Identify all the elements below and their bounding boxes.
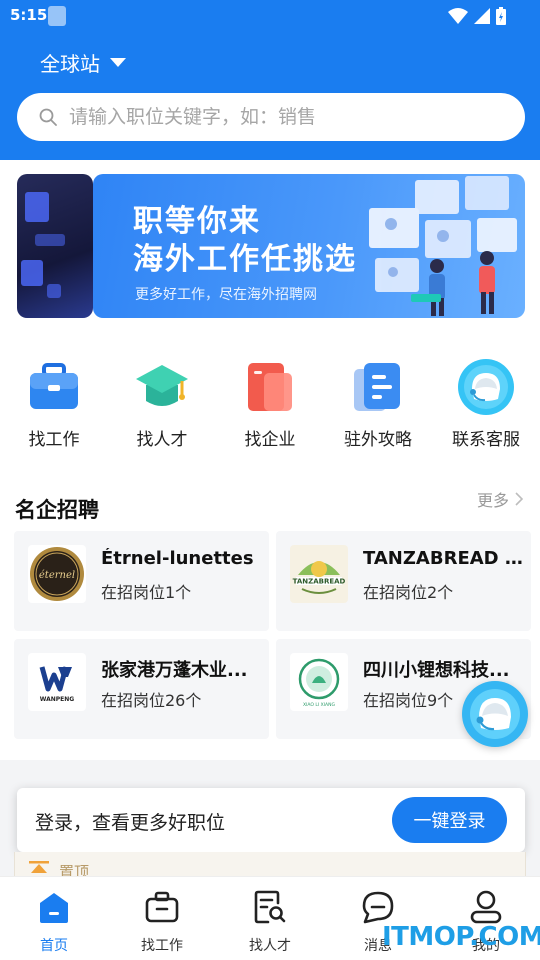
banner-slide-current[interactable]: 职等你来 海外工作任挑选 更多好工作，尽在海外招聘网 — [93, 174, 525, 318]
app-header: 5:15 全球站 — [0, 0, 540, 160]
status-icons — [448, 7, 506, 25]
company-card[interactable]: TANZABREAD TANZABREAD C... 在招岗位2个 — [276, 531, 531, 631]
tab-messages[interactable]: 消息 — [324, 889, 432, 955]
quick-overseas-guide[interactable]: 驻外攻略 — [324, 359, 432, 450]
company-logo: éternel — [28, 545, 86, 603]
tab-label: 找人才 — [249, 938, 291, 954]
tab-label: 首页 — [40, 938, 68, 954]
bottom-tab-bar: 首页 找工作 找人才 消息 我的 — [0, 876, 540, 960]
one-click-login-button[interactable]: 一键登录 — [392, 797, 507, 843]
briefcase-icon — [145, 891, 179, 923]
customer-service-icon — [465, 684, 525, 744]
quick-label: 找人才 — [136, 430, 188, 450]
wifi-icon — [448, 8, 468, 24]
tab-label: 找工作 — [141, 938, 183, 954]
company-name: Étrnel-lunettes — [101, 548, 254, 569]
company-name: TANZABREAD C... — [363, 548, 523, 569]
quick-find-job[interactable]: 找工作 — [0, 359, 108, 450]
tab-find-talent[interactable]: 找人才 — [216, 889, 324, 955]
banner-slide-previous[interactable] — [17, 174, 93, 318]
login-prompt-text: 登录，查看更多好职位 — [35, 812, 226, 834]
banner-title-line2: 海外工作任挑选 — [133, 242, 357, 277]
tab-profile[interactable]: 我的 — [432, 889, 540, 955]
resume-search-icon — [254, 890, 286, 924]
job-count: 在招岗位1个 — [101, 583, 192, 602]
company-logo: XIAO LI XIANG — [290, 653, 348, 711]
companies-section: 名企招聘 更多 éternel Étrnel-lunettes 在招岗位1个 T… — [0, 460, 540, 760]
company-name: 四川小锂想科技... — [363, 660, 510, 681]
region-selector[interactable]: 全球站 — [40, 48, 126, 76]
quick-label: 找企业 — [244, 430, 296, 450]
quick-label: 联系客服 — [452, 430, 520, 450]
briefcase-icon — [30, 363, 78, 409]
tab-find-job[interactable]: 找工作 — [108, 889, 216, 955]
customer-service-icon — [458, 359, 514, 415]
banner-carousel[interactable]: 职等你来 海外工作任挑选 更多好工作，尽在海外招聘网 — [0, 160, 540, 335]
pinned-strip: 置顶 — [14, 852, 526, 876]
logo-text: TANZABREAD — [293, 578, 346, 586]
battery-icon — [496, 7, 506, 25]
status-time: 5:15 — [10, 6, 48, 24]
message-icon — [362, 891, 394, 924]
job-count: 在招岗位26个 — [101, 691, 202, 710]
caret-down-icon — [110, 57, 126, 67]
logo-text: XIAO LI XIANG — [303, 702, 336, 708]
logo-text: WANPENG — [40, 696, 75, 703]
company-logo: TANZABREAD — [290, 545, 348, 603]
company-logo: WANPENG — [28, 653, 86, 711]
search-input[interactable] — [69, 106, 509, 128]
chevron-right-icon — [515, 492, 524, 506]
company-icon — [248, 363, 292, 411]
quick-contact-service[interactable]: 联系客服 — [432, 359, 540, 450]
tab-label: 消息 — [364, 938, 392, 954]
pin-top-icon — [29, 861, 49, 873]
quick-find-talent[interactable]: 找人才 — [108, 359, 216, 450]
banner-illustration — [369, 176, 517, 316]
search-bar[interactable] — [17, 93, 525, 141]
quick-label: 找工作 — [28, 430, 80, 450]
company-name: 张家港万蓬木业... — [101, 660, 248, 681]
guide-icon — [354, 363, 400, 411]
signal-icon — [474, 8, 490, 24]
home-icon — [40, 893, 68, 923]
search-icon — [39, 108, 57, 126]
user-icon — [470, 890, 502, 924]
more-link[interactable]: 更多 — [477, 487, 524, 511]
floating-service-button[interactable] — [462, 681, 528, 747]
company-card[interactable]: WANPENG 张家港万蓬木业... 在招岗位26个 — [14, 639, 269, 739]
company-card[interactable]: éternel Étrnel-lunettes 在招岗位1个 — [14, 531, 269, 631]
more-label: 更多 — [477, 491, 510, 510]
section-title: 名企招聘 — [15, 498, 99, 522]
quick-label: 驻外攻略 — [344, 430, 412, 450]
tab-home[interactable]: 首页 — [0, 889, 108, 955]
graduation-cap-icon — [136, 365, 188, 406]
quick-find-company[interactable]: 找企业 — [216, 359, 324, 450]
pinned-label: 置顶 — [59, 863, 90, 876]
logo-text: éternel — [39, 570, 75, 581]
quick-actions: 找工作 找人才 找企业 驻外攻略 联系客服 — [0, 335, 540, 460]
login-prompt-bar: 登录，查看更多好职位 一键登录 — [17, 788, 525, 852]
job-count: 在招岗位2个 — [363, 583, 454, 602]
status-bar: 5:15 — [0, 0, 540, 32]
notification-icon — [48, 6, 66, 26]
job-count: 在招岗位9个 — [363, 691, 454, 710]
banner-subtitle: 更多好工作，尽在海外招聘网 — [135, 287, 317, 303]
region-label: 全球站 — [40, 51, 100, 76]
tab-label: 我的 — [472, 938, 500, 954]
